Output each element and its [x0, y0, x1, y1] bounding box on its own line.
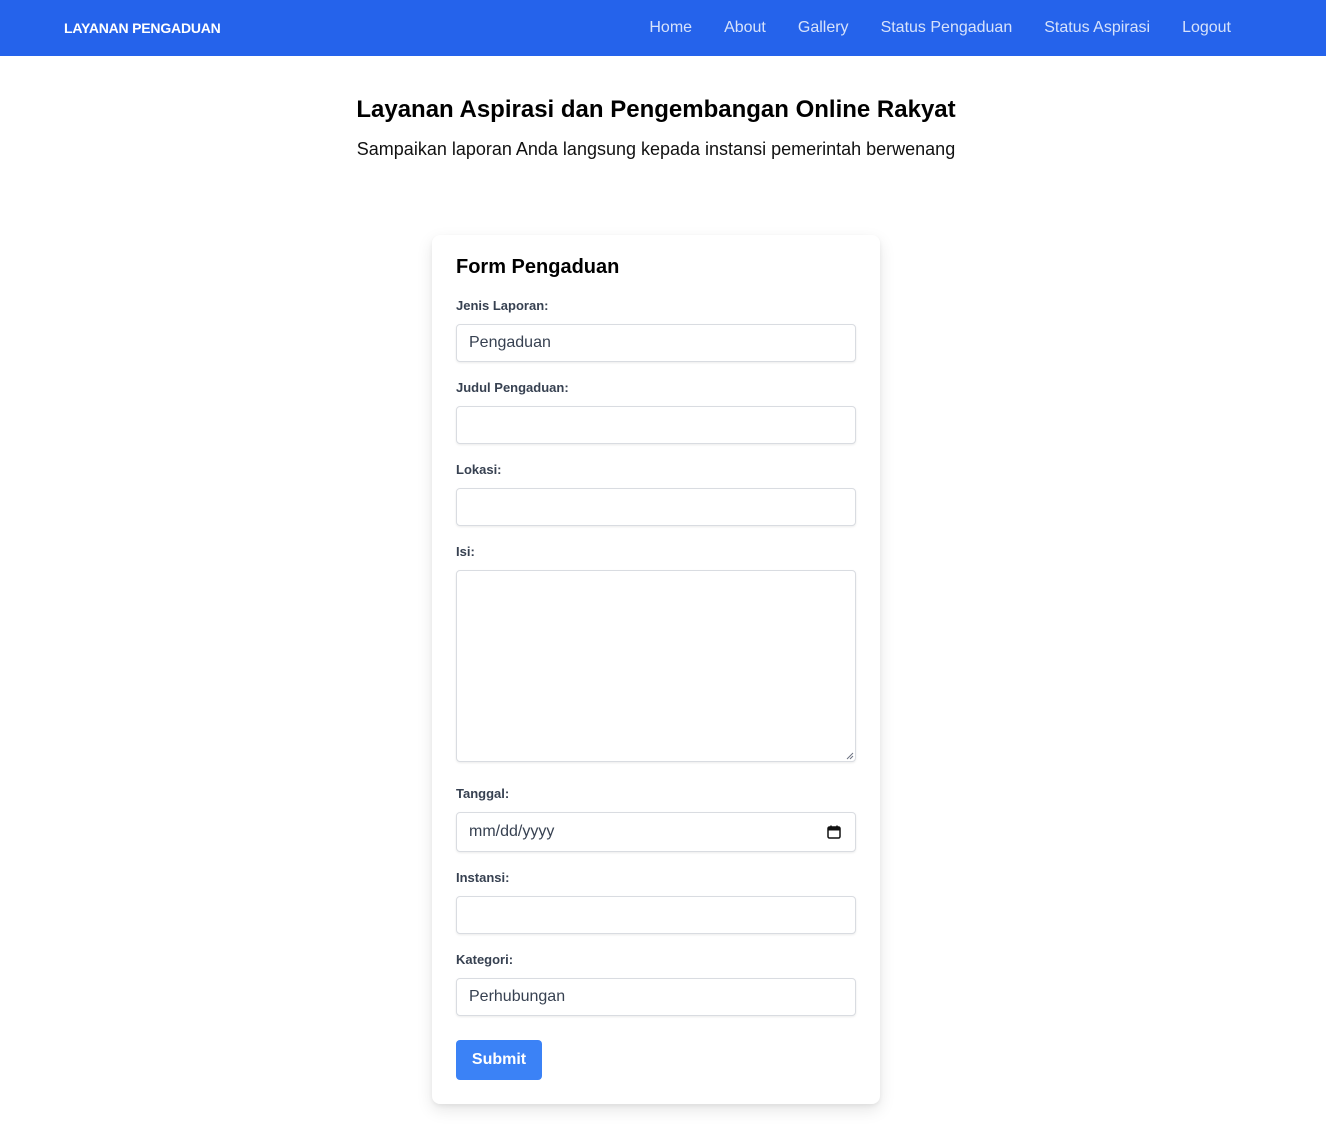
form-title: Form Pengaduan	[456, 256, 620, 278]
lokasi-label: Lokasi:	[456, 462, 502, 477]
submit-button[interactable]: Submit	[456, 1040, 542, 1080]
navbar: LAYANAN PENGADUAN Home About Gallery Sta…	[0, 0, 1326, 56]
lokasi-input[interactable]	[456, 488, 856, 526]
instansi-label: Instansi:	[456, 870, 510, 885]
judul-pengaduan-input[interactable]	[456, 406, 856, 444]
nav-link-about[interactable]: About	[724, 18, 766, 38]
nav-link-status-aspirasi[interactable]: Status Aspirasi	[1044, 18, 1150, 38]
nav-link-gallery[interactable]: Gallery	[798, 18, 849, 38]
jenis-laporan-label: Jenis Laporan:	[456, 298, 549, 313]
brand-logo-text[interactable]: LAYANAN PENGADUAN	[64, 20, 221, 37]
jenis-laporan-value: Pengaduan	[469, 334, 551, 351]
page-subtitle: Sampaikan laporan Anda langsung kepada i…	[356, 139, 956, 159]
kategori-select[interactable]: Perhubungan	[456, 978, 856, 1016]
resize-grip-icon[interactable]	[846, 752, 854, 760]
calendar-icon[interactable]	[827, 825, 841, 839]
instansi-input[interactable]	[456, 896, 856, 934]
tanggal-date-input[interactable]: mm/dd/yyyy	[456, 812, 856, 852]
complaint-form-card: Form Pengaduan Jenis Laporan: Pengaduan …	[432, 235, 880, 1104]
tanggal-label: Tanggal:	[456, 786, 510, 801]
jenis-laporan-select[interactable]: Pengaduan	[456, 324, 856, 362]
isi-label: Isi:	[456, 544, 475, 559]
nav-links: Home About Gallery Status Pengaduan Stat…	[649, 18, 1231, 38]
nav-link-logout[interactable]: Logout	[1182, 18, 1231, 38]
judul-pengaduan-label: Judul Pengaduan:	[456, 380, 569, 395]
page-title: Layanan Aspirasi dan Pengembangan Online…	[356, 96, 956, 123]
isi-textarea[interactable]	[456, 570, 856, 762]
tanggal-placeholder: mm/dd/yyyy	[469, 823, 555, 840]
kategori-value: Perhubungan	[469, 988, 566, 1005]
nav-link-status-pengaduan[interactable]: Status Pengaduan	[881, 18, 1013, 38]
kategori-label: Kategori:	[456, 952, 514, 967]
nav-link-home[interactable]: Home	[649, 18, 692, 38]
